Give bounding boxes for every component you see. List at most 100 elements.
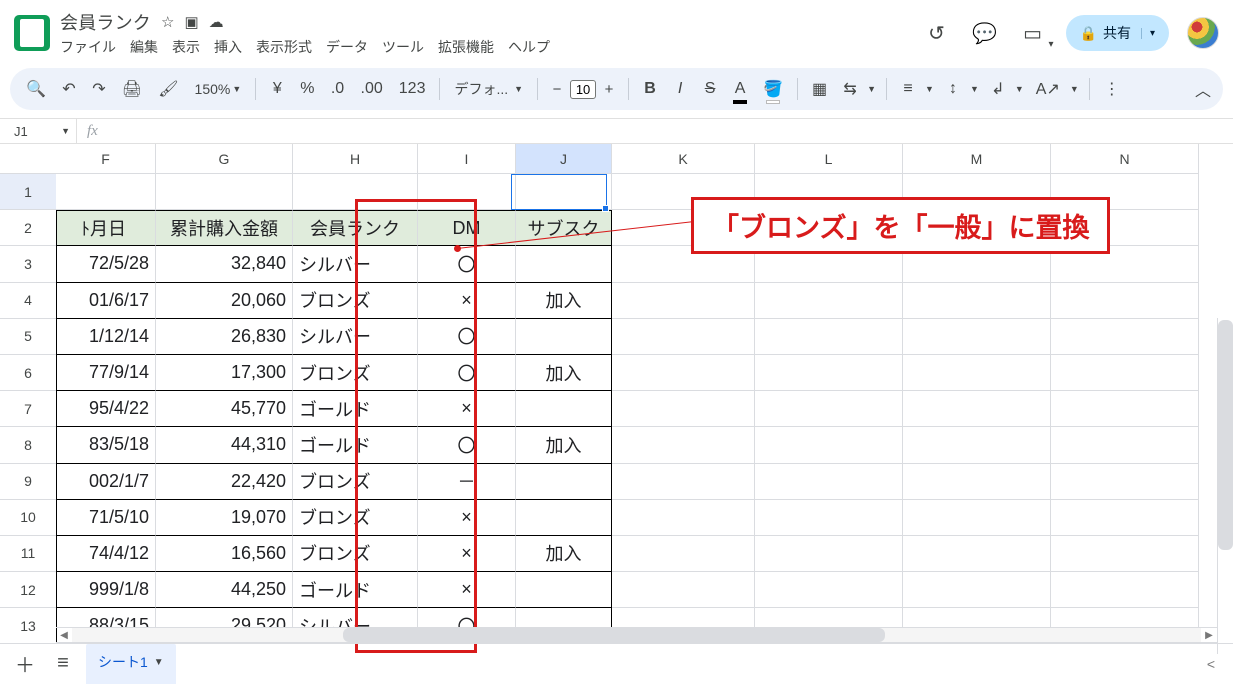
cell[interactable] <box>903 500 1051 536</box>
cell[interactable] <box>755 391 903 427</box>
italic-icon[interactable]: I <box>669 76 691 102</box>
cell[interactable] <box>903 536 1051 572</box>
cell[interactable]: 加入 <box>516 283 612 319</box>
decrease-decimal-icon[interactable]: .0 <box>327 76 349 102</box>
cell[interactable]: × <box>418 391 516 427</box>
wrap-icon[interactable]: ↲ <box>987 76 1009 102</box>
cell[interactable]: 〇 <box>418 355 516 391</box>
row-header[interactable]: 9 <box>0 464 56 500</box>
share-dropdown-icon[interactable]: ▾ <box>1141 28 1163 39</box>
table-header[interactable]: 会員ランク <box>293 210 418 246</box>
col-header[interactable]: I <box>418 144 516 174</box>
cell[interactable]: ブロンズ <box>293 536 418 572</box>
share-button[interactable]: 🔒 共有 ▾ <box>1066 15 1169 51</box>
increase-decimal-icon[interactable]: .00 <box>357 76 387 102</box>
col-header[interactable]: G <box>156 144 293 174</box>
cell[interactable] <box>903 572 1051 608</box>
col-header[interactable]: K <box>612 144 755 174</box>
fill-handle[interactable] <box>602 205 609 212</box>
merge-icon[interactable]: ⇆ <box>839 76 861 102</box>
text-color-icon[interactable]: A <box>729 76 751 102</box>
name-box[interactable]: J1 ▼ <box>0 124 76 139</box>
font-size-decrease[interactable]: − <box>548 81 566 98</box>
all-sheets-button[interactable]: ≡ <box>48 649 78 679</box>
cell[interactable] <box>903 319 1051 355</box>
row-header[interactable]: 12 <box>0 572 56 608</box>
cell[interactable] <box>903 464 1051 500</box>
cell[interactable] <box>1051 427 1199 463</box>
col-header[interactable]: M <box>903 144 1051 174</box>
cell[interactable] <box>1051 500 1199 536</box>
zoom-select[interactable]: 150% ▼ <box>191 76 246 102</box>
cell[interactable] <box>1051 355 1199 391</box>
cell[interactable]: 1/12/14 <box>56 319 156 355</box>
menu-file[interactable]: ファイル <box>60 37 116 57</box>
cell[interactable]: ブロンズ <box>293 464 418 500</box>
row-header[interactable]: 3 <box>0 246 56 282</box>
cell[interactable]: 加入 <box>516 355 612 391</box>
bold-icon[interactable]: B <box>639 76 661 102</box>
star-icon[interactable]: ☆ <box>161 13 174 31</box>
menu-edit[interactable]: 編集 <box>130 37 158 57</box>
cell[interactable]: 72/5/28 <box>56 246 156 282</box>
cell[interactable]: 加入 <box>516 427 612 463</box>
table-row[interactable]: 999/1/844,250ゴールド× <box>56 572 1233 608</box>
cell[interactable]: × <box>418 572 516 608</box>
menu-view[interactable]: 表示 <box>172 37 200 57</box>
print-icon[interactable]: 🖨 <box>118 76 146 102</box>
currency-icon[interactable]: ¥ <box>266 76 288 102</box>
cell[interactable] <box>755 355 903 391</box>
cell[interactable]: 22,420 <box>156 464 293 500</box>
select-all-corner[interactable] <box>0 144 56 174</box>
percent-icon[interactable]: % <box>296 76 318 102</box>
search-icon[interactable]: 🔍 <box>22 76 50 102</box>
row-header[interactable]: 4 <box>0 283 56 319</box>
fill-color-icon[interactable]: 🪣 <box>759 76 787 102</box>
cell[interactable]: × <box>418 500 516 536</box>
rotate-icon[interactable]: A↗ <box>1032 76 1064 102</box>
table-header[interactable]: ﾄ月日 <box>56 210 156 246</box>
cell[interactable] <box>1051 572 1199 608</box>
cell[interactable]: 26,830 <box>156 319 293 355</box>
v-align-icon[interactable]: ↕ <box>942 76 964 102</box>
table-row[interactable]: 002/1/722,420ブロンズ－ <box>56 464 1233 500</box>
cell[interactable]: シルバー <box>293 246 418 282</box>
cell[interactable] <box>516 572 612 608</box>
cell[interactable]: 〇 <box>418 427 516 463</box>
row-header[interactable]: 5 <box>0 319 56 355</box>
cell[interactable] <box>755 319 903 355</box>
sheet-tab[interactable]: シート1 ▼ <box>86 644 176 684</box>
cell[interactable] <box>755 536 903 572</box>
meet-icon[interactable]: ▭ <box>1018 18 1048 48</box>
menu-extensions[interactable]: 拡張機能 <box>438 37 494 57</box>
row-header[interactable]: 1 <box>0 174 56 210</box>
cell[interactable]: 17,300 <box>156 355 293 391</box>
cell[interactable] <box>1051 464 1199 500</box>
table-row[interactable]: 83/5/1844,310ゴールド〇加入 <box>56 427 1233 463</box>
cell[interactable]: 01/6/17 <box>56 283 156 319</box>
table-header[interactable]: DM <box>418 210 516 246</box>
table-row[interactable]: 77/9/1417,300ブロンズ〇加入 <box>56 355 1233 391</box>
cell[interactable] <box>612 391 755 427</box>
menu-tools[interactable]: ツール <box>382 37 424 57</box>
cell[interactable]: 83/5/18 <box>56 427 156 463</box>
cell[interactable]: 77/9/14 <box>56 355 156 391</box>
cell[interactable] <box>516 391 612 427</box>
cell[interactable] <box>1051 536 1199 572</box>
table-row[interactable]: 01/6/1720,060ブロンズ×加入 <box>56 283 1233 319</box>
history-icon[interactable]: ↺ <box>922 18 952 48</box>
cell[interactable] <box>612 283 755 319</box>
cell[interactable] <box>755 500 903 536</box>
strike-icon[interactable]: S <box>699 76 721 102</box>
undo-icon[interactable]: ↶ <box>58 76 80 102</box>
font-select[interactable]: デフォ... ▼ <box>450 76 527 102</box>
doc-title[interactable]: 会員ランク <box>60 9 151 35</box>
cell[interactable] <box>755 464 903 500</box>
cell[interactable]: 95/4/22 <box>56 391 156 427</box>
cell[interactable] <box>755 427 903 463</box>
table-row[interactable]: 74/4/1216,560ブロンズ×加入 <box>56 536 1233 572</box>
cell[interactable]: ブロンズ <box>293 283 418 319</box>
add-sheet-button[interactable]: ＋ <box>10 649 40 679</box>
collapse-toolbar-icon[interactable]: ︿ <box>1195 77 1211 101</box>
table-header[interactable]: サブスク <box>516 210 612 246</box>
